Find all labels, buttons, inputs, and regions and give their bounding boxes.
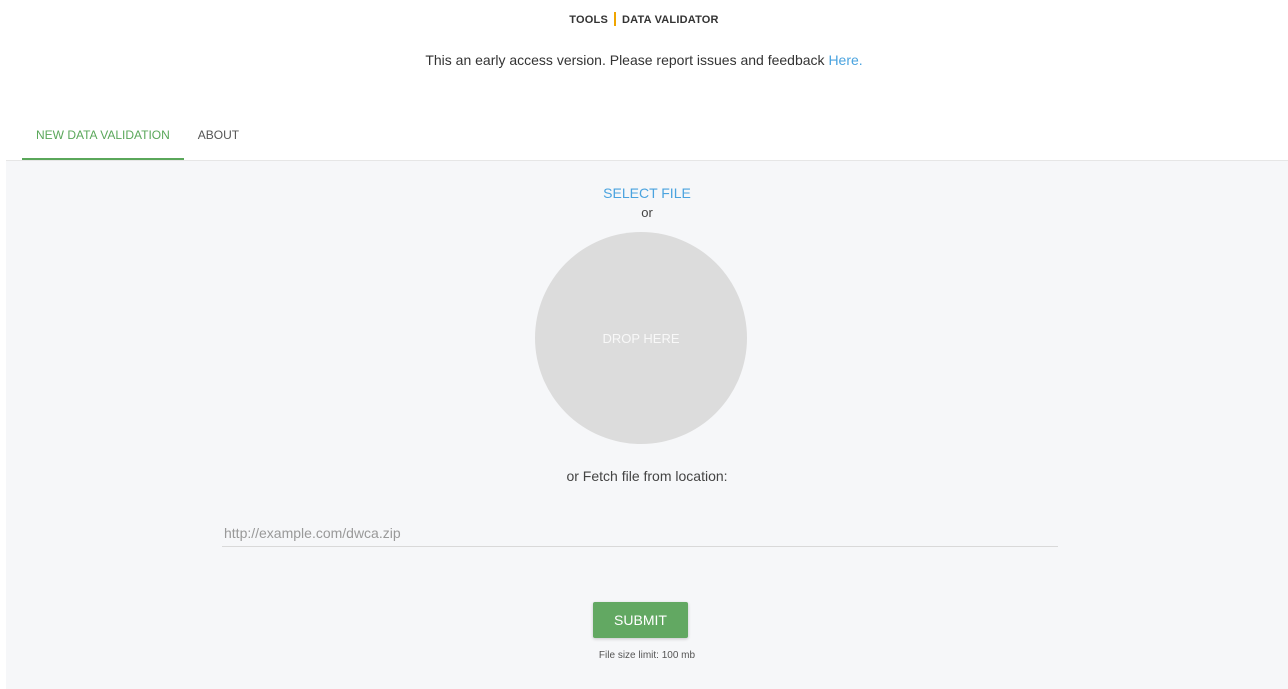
drop-zone[interactable]: DROP HERE <box>535 232 747 444</box>
breadcrumb-separator <box>614 12 616 26</box>
url-input[interactable] <box>222 519 1058 547</box>
select-file-button[interactable]: SELECT FILE <box>6 185 1288 201</box>
feedback-link[interactable]: Here. <box>828 52 862 68</box>
fetch-label: or Fetch file from location: <box>566 468 728 484</box>
validation-panel: SELECT FILE or DROP HERE or Fetch file f… <box>6 160 1288 689</box>
tab-bar: NEW DATA VALIDATION ABOUT <box>22 118 253 160</box>
breadcrumb-tools-link[interactable]: TOOLS <box>569 14 608 26</box>
tab-new-data-validation[interactable]: NEW DATA VALIDATION <box>22 118 184 160</box>
breadcrumb: TOOLS DATA VALIDATOR <box>0 12 1288 26</box>
tab-about[interactable]: ABOUT <box>184 118 253 158</box>
submit-button[interactable]: SUBMIT <box>593 602 688 638</box>
page: TOOLS DATA VALIDATOR This an early access… <box>0 0 1288 689</box>
early-access-notice: This an early access version. Please rep… <box>0 52 1288 68</box>
or-label: or <box>641 205 653 220</box>
drop-zone-label: DROP HERE <box>602 330 680 346</box>
breadcrumb-current: DATA VALIDATOR <box>622 14 719 26</box>
notice-text: This an early access version. Please rep… <box>425 52 829 68</box>
file-size-limit: File size limit: 100 mb <box>598 650 696 661</box>
